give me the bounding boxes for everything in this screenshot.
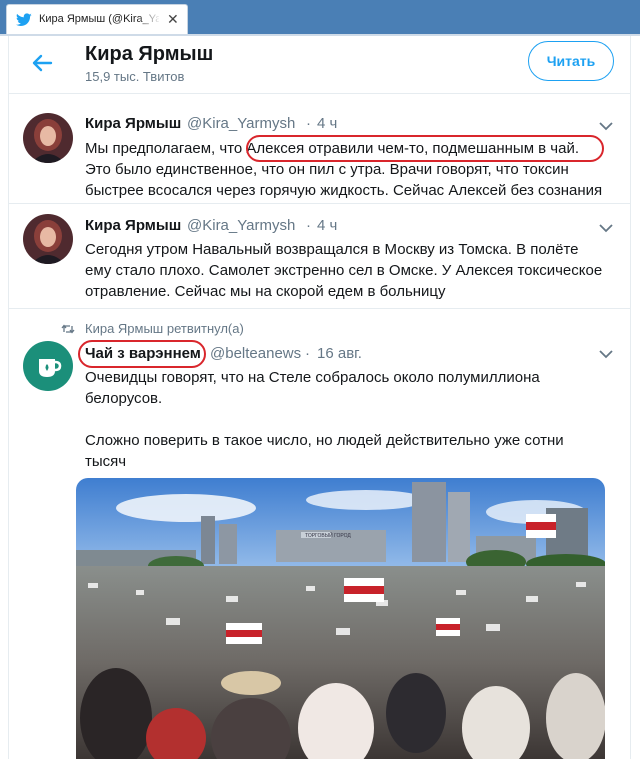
follow-button[interactable]: Читать: [528, 41, 614, 81]
tweet-line-blank: [85, 409, 620, 430]
browser-tab-strip: Кира Ярмыш (@Kira_Yarmysh ✕: [0, 0, 640, 34]
twitter-bird-icon: [16, 13, 32, 26]
tweet-line: Сегодня утром Навальный возвращался в Мо…: [85, 241, 579, 258]
profile-header: Кира Ярмыш 15,9 тыс. Твитов Читать: [9, 36, 630, 94]
tweet-handle[interactable]: @Kira_Yarmysh: [187, 217, 295, 234]
tea-cup-icon: [23, 341, 73, 391]
tweet-handle[interactable]: @belteanews: [210, 345, 301, 362]
tweet-time[interactable]: 4 ч: [317, 217, 337, 234]
browser-tab[interactable]: Кира Ярмыш (@Kira_Yarmysh ✕: [6, 4, 188, 34]
retweet-label[interactable]: Кира Ярмыш ретвитнул(а): [85, 321, 244, 336]
chevron-down-icon[interactable]: [599, 349, 613, 359]
avatar[interactable]: [23, 113, 73, 163]
chevron-down-icon[interactable]: [599, 223, 613, 233]
tweet-line: белорусов.: [85, 390, 163, 407]
tweet-line: Сложно поверить в такое число, но людей …: [85, 432, 564, 449]
tweet-text: Мы предполагаем, что Алексея отравили че…: [85, 138, 620, 201]
profile-name: Кира Ярмыш: [85, 43, 214, 65]
tweet-separator: ·: [306, 115, 311, 132]
tweet-author-name[interactable]: Чай з варэннем: [85, 345, 201, 362]
tweet-handle[interactable]: @Kira_Yarmysh: [187, 115, 295, 132]
tab-close-icon[interactable]: ✕: [167, 11, 179, 27]
tweet-line: отравление. Сейчас мы на скорой едем в б…: [85, 283, 446, 300]
tweet-time[interactable]: 16 авг.: [317, 345, 362, 362]
avatar[interactable]: [23, 214, 73, 264]
tweet-line: тысяч: [85, 453, 127, 470]
retweet-icon: [61, 324, 75, 334]
tweet-line: Мы предполагаем, что Алексея отравили че…: [85, 140, 580, 157]
avatar-photo: [23, 113, 73, 163]
tweet-text: Очевидцы говорят, что на Стеле собралось…: [85, 367, 620, 472]
tab-title-fade: [137, 9, 161, 29]
tweet-line: Очевидцы говорят, что на Стеле собралось…: [85, 369, 540, 386]
tweet-line: быстрее всосался через горячую жидкость.…: [85, 182, 603, 199]
tweet-separator: ·: [306, 217, 311, 234]
tweet-count: 15,9 тыс. Твитов: [85, 69, 185, 84]
tweet-line: Это было единственное, что он пил с утра…: [85, 161, 569, 178]
tweet[interactable]: Кира Ярмыш @Kira_Yarmysh · 4 ч Сегодня у…: [9, 204, 630, 309]
tweet-line: ему стало плохо. Самолет экстренно сел в…: [85, 262, 603, 279]
tweet-separator: ·: [305, 345, 310, 362]
tweet-photo[interactable]: ТОРГОВЫЙ ГОРОД: [76, 478, 605, 759]
back-arrow-icon[interactable]: [29, 50, 55, 76]
avatar-photo: [23, 214, 73, 264]
tweet-time[interactable]: 4 ч: [317, 115, 337, 132]
tweet-text: Сегодня утром Навальный возвращался в Мо…: [85, 239, 620, 302]
tweet[interactable]: Кира Ярмыш @Kira_Yarmysh · 4 ч Мы предпо…: [9, 101, 630, 204]
crowd-rally-photo: ТОРГОВЫЙ ГОРОД: [76, 478, 605, 759]
tweet-author-name[interactable]: Кира Ярмыш: [85, 217, 181, 234]
chevron-down-icon[interactable]: [599, 121, 613, 131]
tweet-author-name[interactable]: Кира Ярмыш: [85, 115, 181, 132]
photo-sign-text: ТОРГОВЫЙ ГОРОД: [305, 531, 351, 539]
avatar[interactable]: [23, 341, 73, 391]
timeline-border-right: [630, 36, 631, 759]
